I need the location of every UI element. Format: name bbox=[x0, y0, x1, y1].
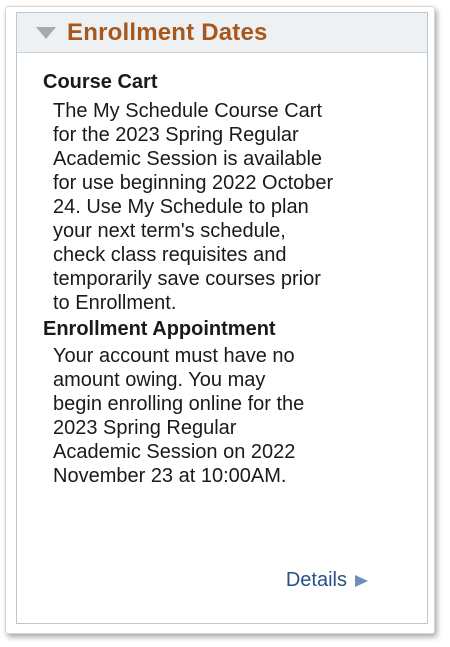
enrollment-dates-panel: Enrollment Dates Course Cart The My Sche… bbox=[16, 12, 428, 624]
course-cart-section: Course Cart The My Schedule Course Cart … bbox=[43, 69, 415, 315]
enrollment-card: Enrollment Dates Course Cart The My Sche… bbox=[5, 6, 435, 634]
panel-title: Enrollment Dates bbox=[67, 18, 268, 46]
details-link-row[interactable]: Details bbox=[286, 569, 369, 592]
course-cart-text: The My Schedule Course Cart for the 2023… bbox=[53, 100, 334, 314]
panel-header[interactable]: Enrollment Dates bbox=[17, 13, 427, 53]
enrollment-appointment-heading: Enrollment Appointment bbox=[43, 318, 276, 340]
triangle-down-icon[interactable] bbox=[35, 26, 57, 40]
enrollment-appointment-section: Enrollment Appointment Your account must… bbox=[43, 316, 415, 488]
panel-body: Course Cart The My Schedule Course Cart … bbox=[43, 69, 415, 488]
details-link[interactable]: Details bbox=[286, 569, 347, 592]
course-cart-heading: Course Cart bbox=[43, 71, 158, 93]
enrollment-appointment-text: Your account must have no amount owing. … bbox=[53, 345, 305, 487]
triangle-right-icon[interactable] bbox=[353, 573, 369, 589]
